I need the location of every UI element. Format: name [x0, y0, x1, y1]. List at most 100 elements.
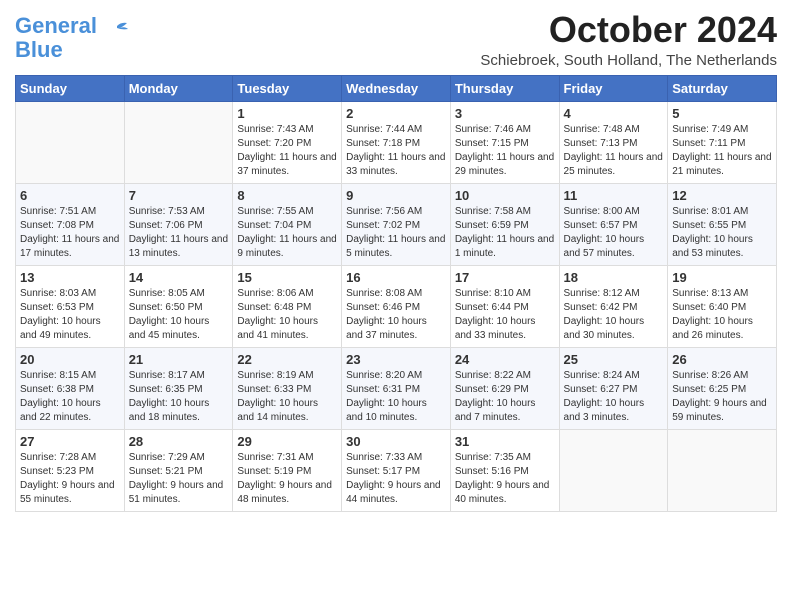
calendar-week-row: 20 Sunrise: 8:15 AMSunset: 6:38 PMDayligh…	[16, 347, 777, 429]
calendar-cell: 27 Sunrise: 7:28 AMSunset: 5:23 PMDayligh…	[16, 429, 125, 511]
day-content: Sunrise: 8:17 AMSunset: 6:35 PMDaylight:…	[129, 369, 229, 425]
calendar-cell: 2Sunrise: 7:44 AMSunset: 7:18 PMDaylight…	[342, 101, 451, 183]
month-title: October 2024	[480, 10, 777, 50]
day-number: 23	[346, 352, 446, 367]
calendar-cell: 16 Sunrise: 8:08 AMSunset: 6:46 PMDayligh…	[342, 265, 451, 347]
day-content: Sunrise: 8:03 AMSunset: 6:53 PMDaylight:…	[20, 287, 120, 343]
calendar-cell	[668, 429, 777, 511]
header-wednesday: Wednesday	[342, 75, 451, 101]
calendar-week-row: 13 Sunrise: 8:03 AMSunset: 6:53 PMDayligh…	[16, 265, 777, 347]
calendar-cell: 23 Sunrise: 8:20 AMSunset: 6:31 PMDayligh…	[342, 347, 451, 429]
day-number: 4	[564, 106, 664, 121]
day-number: 18	[564, 270, 664, 285]
day-content: Sunrise: 7:29 AMSunset: 5:21 PMDaylight:…	[129, 451, 229, 507]
calendar-cell: 1Sunrise: 7:43 AMSunset: 7:20 PMDaylight…	[233, 101, 342, 183]
day-content: Sunrise: 7:58 AMSunset: 6:59 PMDaylight:…	[455, 205, 555, 261]
day-number: 3	[455, 106, 555, 121]
day-number: 8	[237, 188, 337, 203]
calendar-cell	[124, 101, 233, 183]
day-content: Sunrise: 8:24 AMSunset: 6:27 PMDaylight:…	[564, 369, 664, 425]
calendar-cell: 26 Sunrise: 8:26 AMSunset: 6:25 PMDayligh…	[668, 347, 777, 429]
header-monday: Monday	[124, 75, 233, 101]
day-content: Sunrise: 8:26 AMSunset: 6:25 PMDaylight:…	[672, 369, 772, 425]
calendar-cell: 12Sunrise: 8:01 AMSunset: 6:55 PMDayligh…	[668, 183, 777, 265]
day-number: 9	[346, 188, 446, 203]
calendar-week-row: 1Sunrise: 7:43 AMSunset: 7:20 PMDaylight…	[16, 101, 777, 183]
day-number: 14	[129, 270, 229, 285]
calendar-cell: 19 Sunrise: 8:13 AMSunset: 6:40 PMDayligh…	[668, 265, 777, 347]
logo-text: GeneralBlue	[15, 14, 97, 62]
calendar-cell: 13 Sunrise: 8:03 AMSunset: 6:53 PMDayligh…	[16, 265, 125, 347]
day-number: 16	[346, 270, 446, 285]
calendar-cell: 14 Sunrise: 8:05 AMSunset: 6:50 PMDayligh…	[124, 265, 233, 347]
day-number: 20	[20, 352, 120, 367]
day-content: Sunrise: 7:44 AMSunset: 7:18 PMDaylight:…	[346, 123, 446, 179]
calendar-cell: 18 Sunrise: 8:12 AMSunset: 6:42 PMDayligh…	[559, 265, 668, 347]
day-number: 13	[20, 270, 120, 285]
calendar-cell: 17 Sunrise: 8:10 AMSunset: 6:44 PMDayligh…	[450, 265, 559, 347]
calendar-cell: 8 Sunrise: 7:55 AMSunset: 7:04 PMDaylight…	[233, 183, 342, 265]
calendar-cell: 22Sunrise: 8:19 AMSunset: 6:33 PMDayligh…	[233, 347, 342, 429]
calendar-cell: 25 Sunrise: 8:24 AMSunset: 6:27 PMDayligh…	[559, 347, 668, 429]
day-content: Sunrise: 7:28 AMSunset: 5:23 PMDaylight:…	[20, 451, 120, 507]
day-content: Sunrise: 8:10 AMSunset: 6:44 PMDaylight:…	[455, 287, 555, 343]
day-number: 29	[237, 434, 337, 449]
header-thursday: Thursday	[450, 75, 559, 101]
day-number: 25	[564, 352, 664, 367]
calendar-week-row: 6 Sunrise: 7:51 AMSunset: 7:08 PMDaylight…	[16, 183, 777, 265]
day-content: Sunrise: 8:13 AMSunset: 6:40 PMDaylight:…	[672, 287, 772, 343]
day-number: 30	[346, 434, 446, 449]
header-saturday: Saturday	[668, 75, 777, 101]
title-block: October 2024 Schiebroek, South Holland, …	[480, 10, 777, 69]
day-number: 19	[672, 270, 772, 285]
day-number: 27	[20, 434, 120, 449]
page-header: GeneralBlue October 2024 Schiebroek, Sou…	[15, 10, 777, 69]
day-number: 26	[672, 352, 772, 367]
day-content: Sunrise: 7:49 AMSunset: 7:11 PMDaylight:…	[672, 123, 772, 179]
calendar-cell: 24 Sunrise: 8:22 AMSunset: 6:29 PMDayligh…	[450, 347, 559, 429]
day-content: Sunrise: 7:51 AMSunset: 7:08 PMDaylight:…	[20, 205, 120, 261]
calendar-cell	[559, 429, 668, 511]
calendar-cell: 30Sunrise: 7:33 AMSunset: 5:17 PMDayligh…	[342, 429, 451, 511]
calendar-cell: 9Sunrise: 7:56 AMSunset: 7:02 PMDaylight…	[342, 183, 451, 265]
day-number: 6	[20, 188, 120, 203]
calendar-cell: 21 Sunrise: 8:17 AMSunset: 6:35 PMDayligh…	[124, 347, 233, 429]
logo-bird-icon	[99, 18, 129, 48]
day-content: Sunrise: 8:06 AMSunset: 6:48 PMDaylight:…	[237, 287, 337, 343]
day-content: Sunrise: 7:35 AMSunset: 5:16 PMDaylight:…	[455, 451, 555, 507]
day-content: Sunrise: 7:53 AMSunset: 7:06 PMDaylight:…	[129, 205, 229, 261]
day-content: Sunrise: 7:48 AMSunset: 7:13 PMDaylight:…	[564, 123, 664, 179]
calendar-week-row: 27 Sunrise: 7:28 AMSunset: 5:23 PMDayligh…	[16, 429, 777, 511]
day-content: Sunrise: 8:08 AMSunset: 6:46 PMDaylight:…	[346, 287, 446, 343]
calendar-cell: 28 Sunrise: 7:29 AMSunset: 5:21 PMDayligh…	[124, 429, 233, 511]
logo: GeneralBlue	[15, 14, 129, 62]
day-number: 7	[129, 188, 229, 203]
header-sunday: Sunday	[16, 75, 125, 101]
day-content: Sunrise: 8:12 AMSunset: 6:42 PMDaylight:…	[564, 287, 664, 343]
day-number: 28	[129, 434, 229, 449]
day-content: Sunrise: 8:05 AMSunset: 6:50 PMDaylight:…	[129, 287, 229, 343]
day-number: 21	[129, 352, 229, 367]
day-content: Sunrise: 7:31 AMSunset: 5:19 PMDaylight:…	[237, 451, 337, 507]
calendar-cell: 20 Sunrise: 8:15 AMSunset: 6:38 PMDayligh…	[16, 347, 125, 429]
day-number: 1	[237, 106, 337, 121]
day-content: Sunrise: 8:01 AMSunset: 6:55 PMDaylight:…	[672, 205, 772, 261]
calendar-cell	[16, 101, 125, 183]
day-number: 11	[564, 188, 664, 203]
day-content: Sunrise: 8:15 AMSunset: 6:38 PMDaylight:…	[20, 369, 120, 425]
day-number: 17	[455, 270, 555, 285]
day-content: Sunrise: 8:20 AMSunset: 6:31 PMDaylight:…	[346, 369, 446, 425]
day-number: 24	[455, 352, 555, 367]
calendar-cell: 29 Sunrise: 7:31 AMSunset: 5:19 PMDayligh…	[233, 429, 342, 511]
header-tuesday: Tuesday	[233, 75, 342, 101]
day-content: Sunrise: 8:19 AMSunset: 6:33 PMDaylight:…	[237, 369, 337, 425]
day-content: Sunrise: 7:55 AMSunset: 7:04 PMDaylight:…	[237, 205, 337, 261]
calendar-cell: 6 Sunrise: 7:51 AMSunset: 7:08 PMDaylight…	[16, 183, 125, 265]
day-content: Sunrise: 8:22 AMSunset: 6:29 PMDaylight:…	[455, 369, 555, 425]
calendar-table: SundayMondayTuesdayWednesdayThursdayFrid…	[15, 75, 777, 512]
calendar-cell: 3Sunrise: 7:46 AMSunset: 7:15 PMDaylight…	[450, 101, 559, 183]
calendar-header-row: SundayMondayTuesdayWednesdayThursdayFrid…	[16, 75, 777, 101]
location-subtitle: Schiebroek, South Holland, The Netherlan…	[480, 52, 777, 69]
calendar-cell: 7 Sunrise: 7:53 AMSunset: 7:06 PMDaylight…	[124, 183, 233, 265]
calendar-cell: 11Sunrise: 8:00 AMSunset: 6:57 PMDayligh…	[559, 183, 668, 265]
